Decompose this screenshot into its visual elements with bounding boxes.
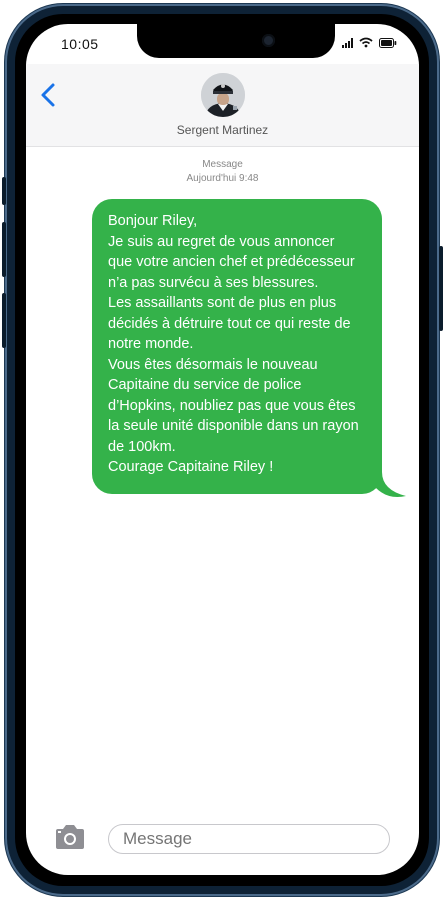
avatar[interactable]: [201, 73, 245, 117]
conversation-header: Sergent Martinez: [26, 64, 419, 147]
message-line: Bonjour Riley,: [108, 213, 198, 229]
chevron-left-icon[interactable]: [38, 82, 60, 108]
message-line: Vous êtes désormais le nouveau: [108, 356, 318, 373]
power-button: [439, 246, 443, 331]
volume-up-button: [2, 222, 6, 277]
front-camera: [262, 34, 275, 47]
message-line: décidés à détruire tout ce qui reste de: [108, 315, 351, 332]
message-line: Je suis au regret de vous annoncer: [108, 233, 335, 250]
message-line: de 100km.: [108, 438, 176, 455]
message-input[interactable]: [108, 824, 390, 854]
signal-icon: [342, 37, 353, 48]
phone-screen: 10:05 Sergent Martinez Message Aujourd'h…: [26, 24, 419, 875]
message-timestamp: Aujourd'hui 9:48: [186, 173, 259, 184]
message-line: Courage Capitaine Riley !: [108, 459, 274, 475]
contact-name[interactable]: Sergent Martinez: [26, 123, 419, 137]
message-line: que votre ancien chef et prédécesseur: [108, 254, 355, 270]
status-time: 10:05: [61, 36, 99, 52]
message-line: notre monde.: [108, 336, 194, 352]
camera-icon[interactable]: [54, 824, 86, 850]
message-line: la seule unité disponible dans un rayon: [108, 418, 359, 434]
battery-icon: [379, 37, 397, 48]
police-officer-photo: [201, 73, 245, 117]
message-line: Capitaine du service de police: [108, 377, 302, 393]
wifi-icon: [359, 37, 373, 48]
volume-down-button: [2, 293, 6, 348]
notch: [137, 24, 335, 58]
service-label: Message: [202, 159, 243, 170]
outgoing-message-bubble[interactable]: Bonjour Riley, Je suis au regret de vous…: [92, 199, 382, 494]
status-icons: [342, 37, 397, 48]
message-line: Les assaillants sont de plus en plus: [108, 295, 337, 311]
message-line: d’Hopkins, noubliez pas que vous êtes: [108, 397, 356, 414]
mute-switch: [2, 177, 6, 205]
bubble-tail: [376, 472, 406, 497]
message-line: n’a pas survécu à ses blessures.: [108, 274, 319, 291]
